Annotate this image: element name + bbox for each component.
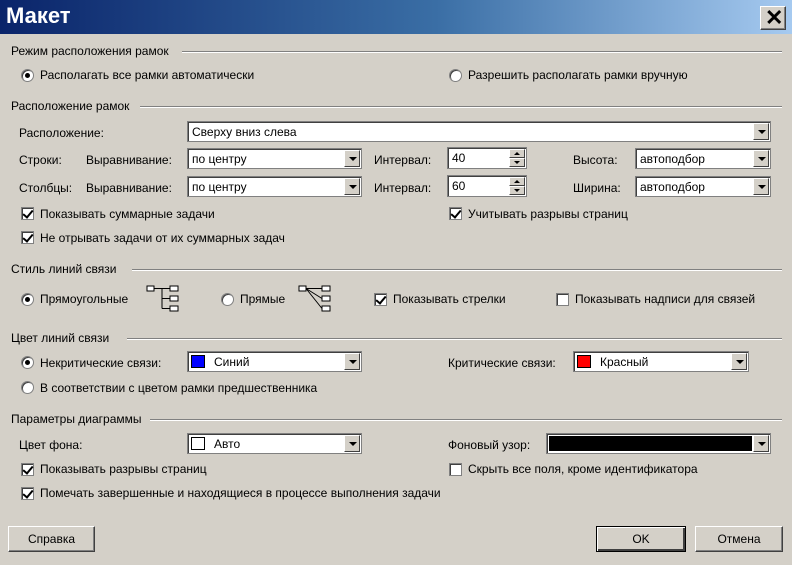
col-width-combo[interactable]: автоподбор <box>635 176 771 197</box>
cancel-button[interactable]: Отмена <box>695 526 783 552</box>
section-title-diagram: Параметры диаграммы <box>11 412 142 426</box>
rows-label: Строки: <box>19 153 62 167</box>
cols-interval-value: 60 <box>452 179 466 193</box>
cols-align-value: по центру <box>192 180 247 194</box>
radio-match-predecessor[interactable] <box>21 381 34 394</box>
checkbox-keep-with-summary[interactable] <box>21 231 34 244</box>
section-divider <box>140 106 782 108</box>
title-bar[interactable]: Макет ✕ <box>0 0 792 34</box>
critical-links-label: Критические связи: <box>448 356 556 370</box>
radio-manual-layout[interactable] <box>449 69 462 82</box>
section-title-frame-mode: Режим расположения рамок <box>11 44 169 58</box>
section-divider <box>127 338 782 340</box>
checkbox-mark-progress[interactable] <box>21 487 34 500</box>
radio-noncritical[interactable] <box>21 356 34 369</box>
rows-interval-spinner[interactable]: 40 <box>447 147 527 169</box>
section-title-frame-layout: Расположение рамок <box>11 99 130 113</box>
spin-down-icon[interactable] <box>509 158 525 167</box>
checkbox-keep-with-summary-label[interactable]: Не отрывать задачи от их суммарных задач <box>40 231 285 245</box>
cols-align-combo[interactable]: по центру <box>187 176 362 197</box>
chevron-down-icon[interactable] <box>753 178 769 195</box>
checkbox-show-arrows-label[interactable]: Показывать стрелки <box>393 292 506 306</box>
section-title-link-color: Цвет линий связи <box>11 331 110 345</box>
bg-pattern-swatch <box>549 436 752 451</box>
bg-color-combo[interactable]: Авто <box>187 433 362 454</box>
chevron-down-icon[interactable] <box>344 150 360 167</box>
row-height-value: автоподбор <box>640 152 705 166</box>
bg-color-value: Авто <box>214 437 241 451</box>
radio-straight-label[interactable]: Прямые <box>240 292 285 306</box>
radio-straight[interactable] <box>221 293 234 306</box>
row-height-label: Высота: <box>573 153 618 167</box>
checkbox-show-summary[interactable] <box>21 207 34 220</box>
chevron-down-icon[interactable] <box>753 150 769 167</box>
spin-up-icon[interactable] <box>509 149 525 158</box>
radio-rectilinear[interactable] <box>21 293 34 306</box>
checkbox-show-link-labels-label[interactable]: Показывать надписи для связей <box>575 292 755 306</box>
tree-straight-icon <box>298 285 331 312</box>
checkbox-show-page-breaks-label[interactable]: Показывать разрывы страниц <box>40 462 207 476</box>
checkbox-page-breaks-label[interactable]: Учитывать разрывы страниц <box>468 207 628 221</box>
radio-manual-layout-label[interactable]: Разрешить располагать рамки вручную <box>468 68 688 82</box>
section-divider <box>132 269 782 271</box>
rows-interval-value: 40 <box>452 151 466 165</box>
chevron-down-icon[interactable] <box>344 353 360 370</box>
cols-label: Столбцы: <box>19 181 73 195</box>
col-width-label: Ширина: <box>573 181 621 195</box>
checkbox-hide-fields[interactable] <box>449 463 462 476</box>
checkbox-mark-progress-label[interactable]: Помечать завершенные и находящиеся в про… <box>40 486 441 500</box>
critical-color-value: Красный <box>600 355 649 369</box>
noncritical-color-combo[interactable]: Синий <box>187 351 362 372</box>
checkbox-show-page-breaks[interactable] <box>21 463 34 476</box>
chevron-down-icon[interactable] <box>753 435 769 452</box>
radio-noncritical-label[interactable]: Некритические связи: <box>40 356 161 370</box>
critical-color-combo[interactable]: Красный <box>573 351 749 372</box>
noncritical-color-swatch <box>191 355 205 368</box>
bg-color-label: Цвет фона: <box>19 438 83 452</box>
ok-button[interactable]: OK <box>596 526 686 552</box>
bg-pattern-label: Фоновый узор: <box>448 438 531 452</box>
radio-auto-layout-label[interactable]: Располагать все рамки автоматически <box>40 68 254 82</box>
checkbox-hide-fields-label[interactable]: Скрыть все поля, кроме идентификатора <box>468 462 698 476</box>
cols-interval-spinner[interactable]: 60 <box>447 175 527 197</box>
chevron-down-icon[interactable] <box>344 178 360 195</box>
checkbox-show-arrows[interactable] <box>374 293 387 306</box>
layout-combo[interactable]: Сверху вниз слева <box>187 121 771 142</box>
checkbox-page-breaks[interactable] <box>449 207 462 220</box>
help-button[interactable]: Справка <box>8 526 95 552</box>
spin-up-icon[interactable] <box>509 177 525 186</box>
chevron-down-icon[interactable] <box>731 353 747 370</box>
cols-align-label: Выравнивание: <box>86 181 172 195</box>
cols-interval-label: Интервал: <box>374 181 432 195</box>
section-divider <box>182 51 782 53</box>
rows-interval-label: Интервал: <box>374 153 432 167</box>
rows-align-combo[interactable]: по центру <box>187 148 362 169</box>
checkbox-show-summary-label[interactable]: Показывать суммарные задачи <box>40 207 215 221</box>
critical-color-swatch <box>577 355 591 368</box>
bg-color-swatch <box>191 437 205 450</box>
rows-align-label: Выравнивание: <box>86 153 172 167</box>
bg-pattern-combo[interactable] <box>546 433 771 454</box>
layout-label: Расположение: <box>19 126 104 140</box>
radio-auto-layout[interactable] <box>21 69 34 82</box>
layout-combo-value: Сверху вниз слева <box>192 125 297 139</box>
close-icon: ✕ <box>765 5 784 30</box>
row-height-combo[interactable]: автоподбор <box>635 148 771 169</box>
spin-down-icon[interactable] <box>509 186 525 195</box>
section-title-link-style: Стиль линий связи <box>11 262 117 276</box>
window-title: Макет <box>6 3 71 28</box>
tree-rectilinear-icon <box>146 285 179 312</box>
close-button[interactable]: ✕ <box>760 5 786 30</box>
col-width-value: автоподбор <box>640 180 705 194</box>
radio-match-predecessor-label[interactable]: В соответствии с цветом рамки предшестве… <box>40 381 317 395</box>
chevron-down-icon[interactable] <box>753 123 769 140</box>
noncritical-color-value: Синий <box>214 355 250 369</box>
section-divider <box>150 419 782 421</box>
rows-align-value: по центру <box>192 152 247 166</box>
checkbox-show-link-labels[interactable] <box>556 293 569 306</box>
radio-rectilinear-label[interactable]: Прямоугольные <box>40 292 128 306</box>
chevron-down-icon[interactable] <box>344 435 360 452</box>
